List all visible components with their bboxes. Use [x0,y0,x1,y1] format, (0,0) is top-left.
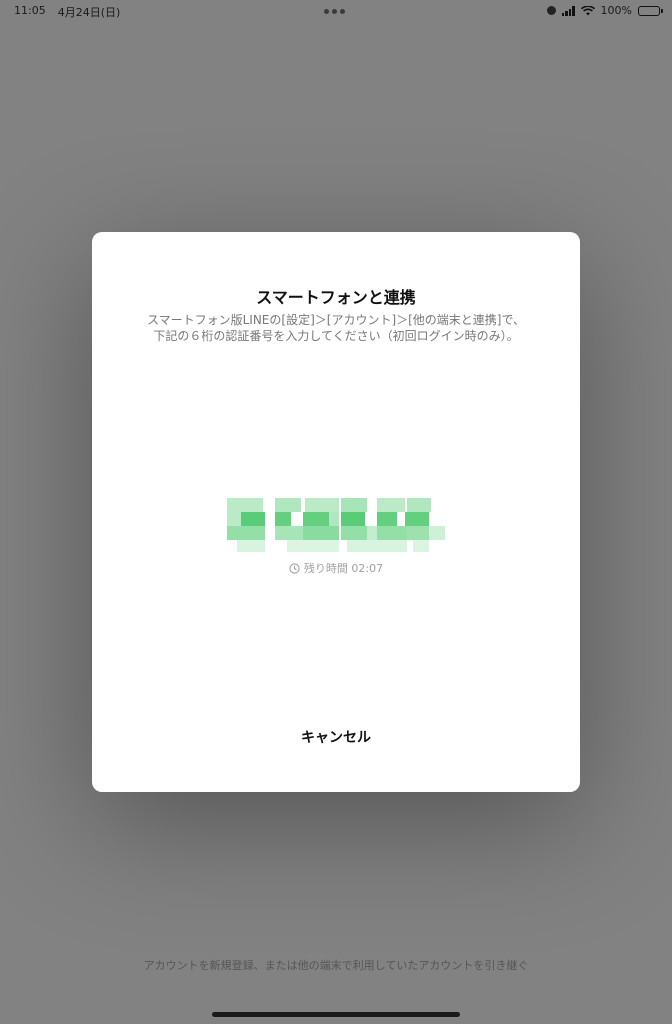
status-time: 11:05 [14,4,46,17]
verification-code-pixelated [227,498,445,552]
clock-icon [289,562,300,574]
battery-percent: 100% [600,4,632,17]
dialog-description: スマートフォン版LINEの[設定]＞[アカウント]＞[他の端末と連携]で、下記の… [146,313,526,343]
moon-icon [546,6,556,15]
cellular-signal-icon [561,5,575,16]
status-indicators: 100% [546,4,663,17]
status-bar: 11:05 4月24日(日) 100% [0,0,672,22]
link-smartphone-dialog: スマートフォンと連携 スマートフォン版LINEの[設定]＞[アカウント]＞[他の… [92,232,580,792]
multitasking-dots[interactable] [324,9,345,14]
battery-icon [638,5,663,16]
wifi-icon [580,5,595,15]
home-indicator[interactable] [212,1012,460,1017]
status-date: 4月24日(日) [57,6,121,19]
status-time-date: 11:05 4月24日(日) [14,4,120,20]
remaining-time: 残り時間 02:07 [92,560,580,576]
cancel-button[interactable]: キャンセル [256,720,416,754]
dialog-title: スマートフォンと連携 [256,288,416,307]
remaining-time-label: 残り時間 02:07 [303,562,384,575]
register-or-transfer-link[interactable]: アカウントを新規登録、または他の端末で利用していたアカウントを引き継ぐ [0,957,672,973]
